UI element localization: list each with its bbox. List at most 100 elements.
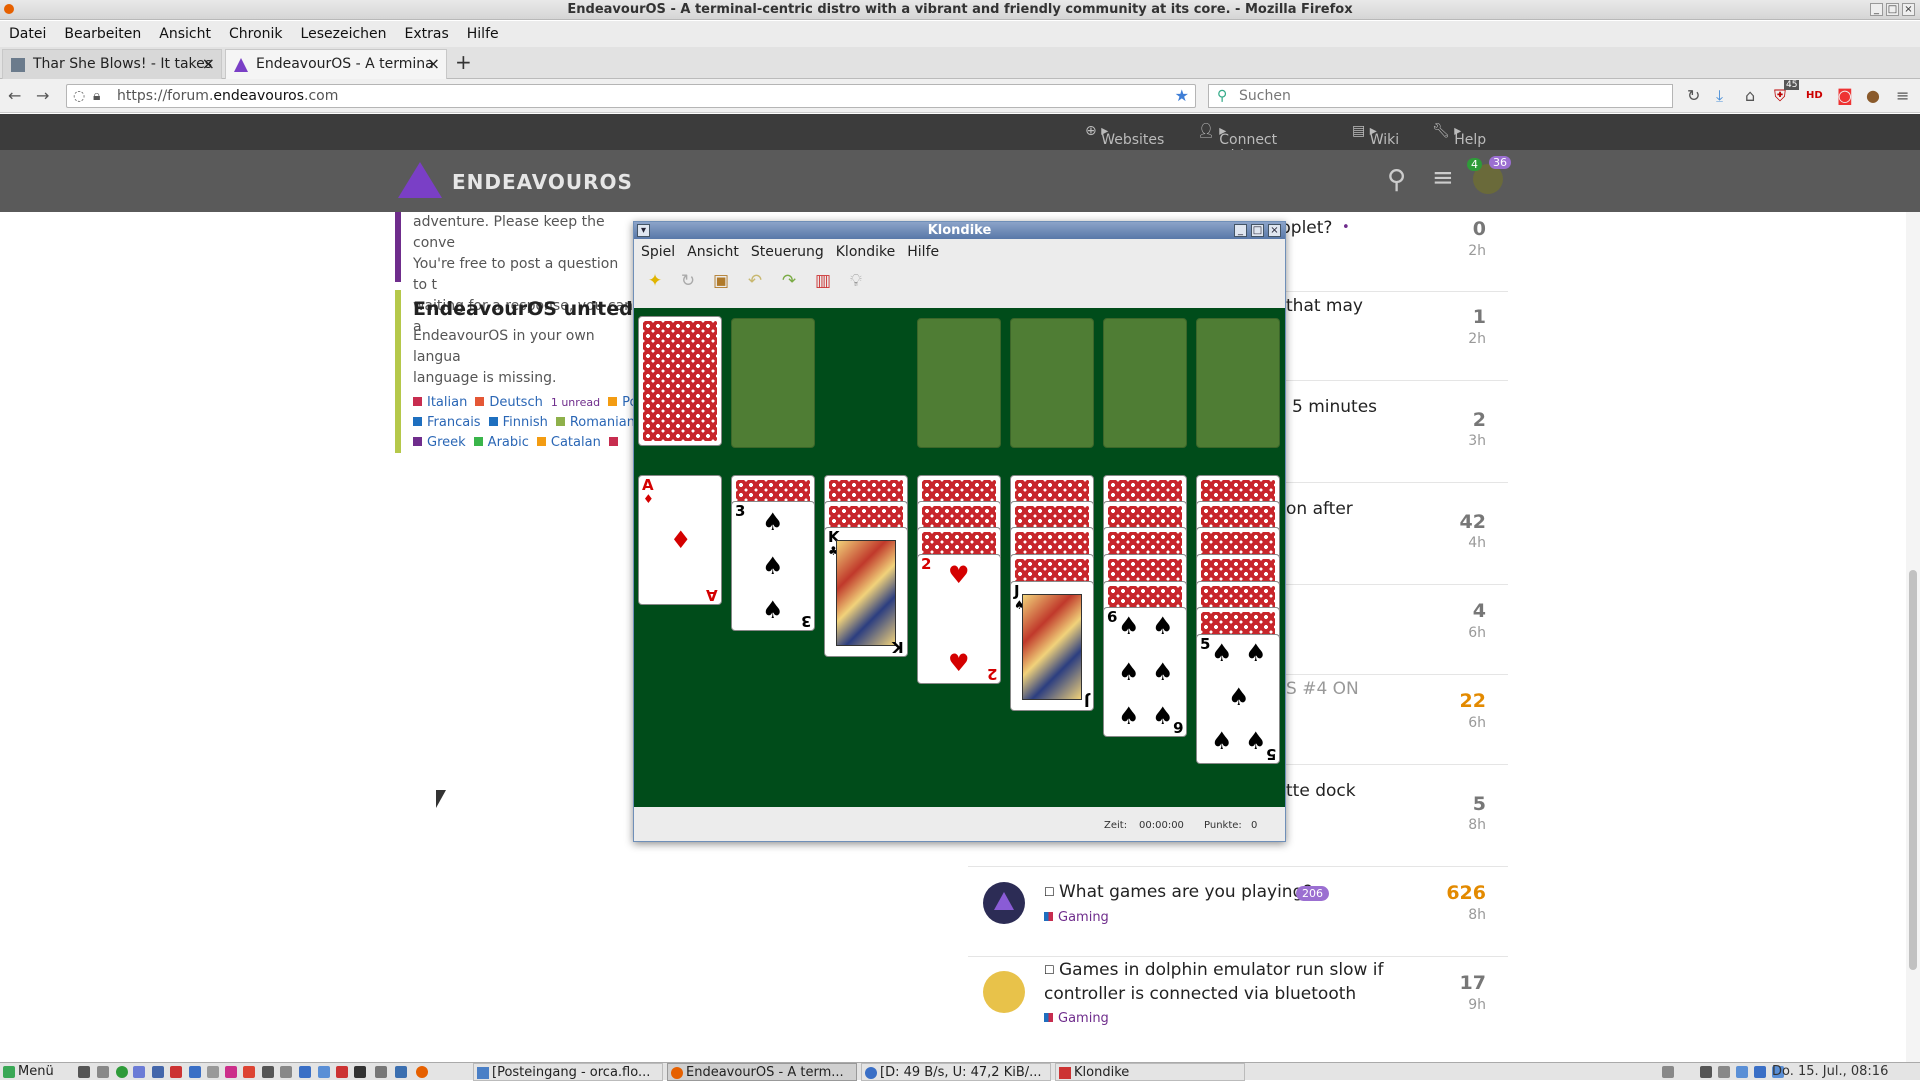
reload-icon[interactable]: ↻ [1687,84,1700,108]
search-engine-icon[interactable]: ⚲ [1217,85,1227,107]
topic-title[interactable]: S #4 ON [1286,679,1359,699]
card-two-of-hearts[interactable]: 2 ♥ ♥ 2 [917,554,1001,684]
task-klondike[interactable]: Klondike [1055,1063,1245,1081]
subcategory-francais[interactable]: Francais [413,415,481,430]
app-icon[interactable] [243,1066,255,1078]
url-bar[interactable]: ◌ 🔒︎ https://forum.endeavouros.com ★ [66,84,1196,108]
stock-pile[interactable] [638,316,722,446]
app-icon[interactable] [299,1066,311,1078]
back-button[interactable]: ← [8,84,21,108]
game-table[interactable]: A ♦ ♦ A 3 ♠ ♠ ♠ 3 K ♣ K 2 ♥ ♥ 2 J ♠ J 6 … [634,308,1285,807]
card-five-of-spades[interactable]: 5 ♠ ♠ ♠ ♠ ♠ 5 [1196,634,1280,764]
app-icon[interactable] [225,1066,237,1078]
app-icon[interactable] [262,1066,274,1078]
topic-title[interactable]: pplet? [1280,218,1332,238]
clock[interactable]: Do. 15. Jul., 08:16 [1772,1063,1888,1080]
klondike-window[interactable]: ▾ Klondike _ □ × Spiel Ansicht Steuerung Kl… [633,221,1286,842]
app-icon[interactable] [375,1066,387,1078]
card-jack-of-spades[interactable]: J ♠ J [1010,581,1094,711]
search-bar[interactable]: ⚲ Suchen [1208,84,1673,108]
forward-button[interactable]: → [36,84,49,108]
card-six-of-spades[interactable]: 6 ♠ ♠ ♠ ♠ ♠ ♠ 6 [1103,607,1187,737]
app-icon[interactable] [207,1066,219,1078]
hd-extension-icon[interactable]: HD [1806,84,1823,108]
hint-icon[interactable]: 💡︎ [845,270,867,292]
hamburger-menu-icon[interactable]: ≡ [1896,84,1909,108]
poster-avatar[interactable] [983,882,1025,924]
terminal-icon[interactable] [78,1066,90,1078]
klondike-maximize-button[interactable]: □ [1251,224,1264,237]
document-icon[interactable] [189,1066,201,1078]
shield-icon[interactable]: ◌ [73,85,85,107]
site-logo-text[interactable]: ENDEAVOUROS [452,170,633,194]
foundation-3[interactable] [1103,318,1187,448]
deal-icon[interactable]: ▥ [812,270,834,292]
bluetooth-icon[interactable] [1754,1066,1766,1078]
help-link[interactable]: 🔧︎ Help ▸ [1432,123,1486,148]
app-icon[interactable] [280,1066,292,1078]
foundation-2[interactable] [1010,318,1094,448]
topic-title[interactable]: Games in dolphin emulator run slow if [1059,960,1384,980]
subcategory-extra[interactable] [608,435,623,450]
menu-hilfe[interactable]: Hilfe [900,240,944,264]
files-icon[interactable] [97,1066,109,1078]
new-game-icon[interactable]: ✦ [644,270,666,292]
waste-pile[interactable] [731,318,815,448]
extension-icon[interactable]: ● [1866,84,1880,108]
download-icon[interactable]: ⤓ [1716,84,1723,108]
topic-row[interactable]: ☐ Games in dolphin emulator run slow if … [968,957,1508,1062]
menu-spiel[interactable]: Spiel [634,240,680,264]
search-icon[interactable]: ⚲ [1387,165,1406,195]
menu-bearbeiten[interactable]: Bearbeiten [55,21,150,47]
connect-link[interactable]: 👤︎ Connect with us ▸ [1197,123,1277,164]
category-title[interactable]: EndeavourOS united [413,298,635,320]
window-menu-button[interactable]: ▾ [637,224,650,237]
task-torrent[interactable]: [D: 49 B/s, U: 47,2 KiB/... [861,1063,1051,1081]
poster-avatar[interactable] [983,971,1025,1013]
menu-klondike[interactable]: Klondike [829,240,901,264]
shield-icon[interactable] [1718,1066,1730,1078]
restart-icon[interactable]: ↻ [677,270,699,292]
subcategory-deutsch[interactable]: Deutsch [475,395,543,410]
lock-icon[interactable]: 🔒︎ [93,85,100,107]
app-icon[interactable] [395,1066,407,1078]
subcategory-catalan[interactable]: Catalan [536,435,601,450]
close-window-button[interactable]: × [1902,3,1915,16]
redo-icon[interactable]: ↷ [778,270,800,292]
unread-count[interactable]: 1 unread [551,396,600,409]
tab-endeavouros[interactable]: EndeavourOS - A termina × [225,49,447,79]
maximize-button[interactable]: □ [1886,3,1899,16]
websites-link[interactable]: ⊕ Websites ▸ [1085,123,1164,148]
card-three-of-spades[interactable]: 3 ♠ ♠ ♠ 3 [731,501,815,631]
topic-title[interactable]: that may [1286,296,1363,316]
app-icon[interactable] [133,1066,145,1078]
wiki-link[interactable]: ▤ Wiki ▸ [1352,123,1399,148]
menu-steuerung[interactable]: Steuerung [744,240,829,264]
menu-icon[interactable]: ≡ [1432,163,1454,193]
menu-chronik[interactable]: Chronik [220,21,292,47]
foundation-1[interactable] [917,318,1001,448]
tray-icon[interactable] [1662,1066,1674,1078]
topic-title[interactable]: What games are you playing? [1059,882,1312,902]
subcategory-italian[interactable]: Italian [413,395,467,410]
foundation-4[interactable] [1196,318,1280,448]
klondike-titlebar[interactable]: ▾ Klondike _ □ × [634,222,1285,239]
undo-icon[interactable]: ↶ [744,270,766,292]
menu-hilfe[interactable]: Hilfe [458,21,508,47]
menu-extras[interactable]: Extras [396,21,458,47]
subcategory-finnish[interactable]: Finnish [488,415,548,430]
minimize-button[interactable]: _ [1870,3,1883,16]
tab-thar-she-blows[interactable]: Thar She Blows! - It takes × [2,49,222,79]
topic-row[interactable]: ☐ What games are you playing? 206 Gaming… [968,867,1508,957]
app-icon[interactable] [170,1066,182,1078]
home-icon[interactable]: ⌂ [1745,84,1755,108]
subcategory-greek[interactable]: Greek [413,435,466,450]
app-icon[interactable] [354,1066,366,1078]
task-mail[interactable]: [Posteingang - orca.flo... [473,1063,663,1081]
menu-lesezeichen[interactable]: Lesezeichen [292,21,396,47]
klondike-close-button[interactable]: × [1268,224,1281,237]
bookmark-star-icon[interactable]: ★ [1175,85,1189,107]
topic-title[interactable]: controller is connected via bluetooth [1044,984,1356,1004]
category-link[interactable]: Gaming [1044,910,1109,925]
topic-title[interactable]: on after [1286,499,1353,519]
